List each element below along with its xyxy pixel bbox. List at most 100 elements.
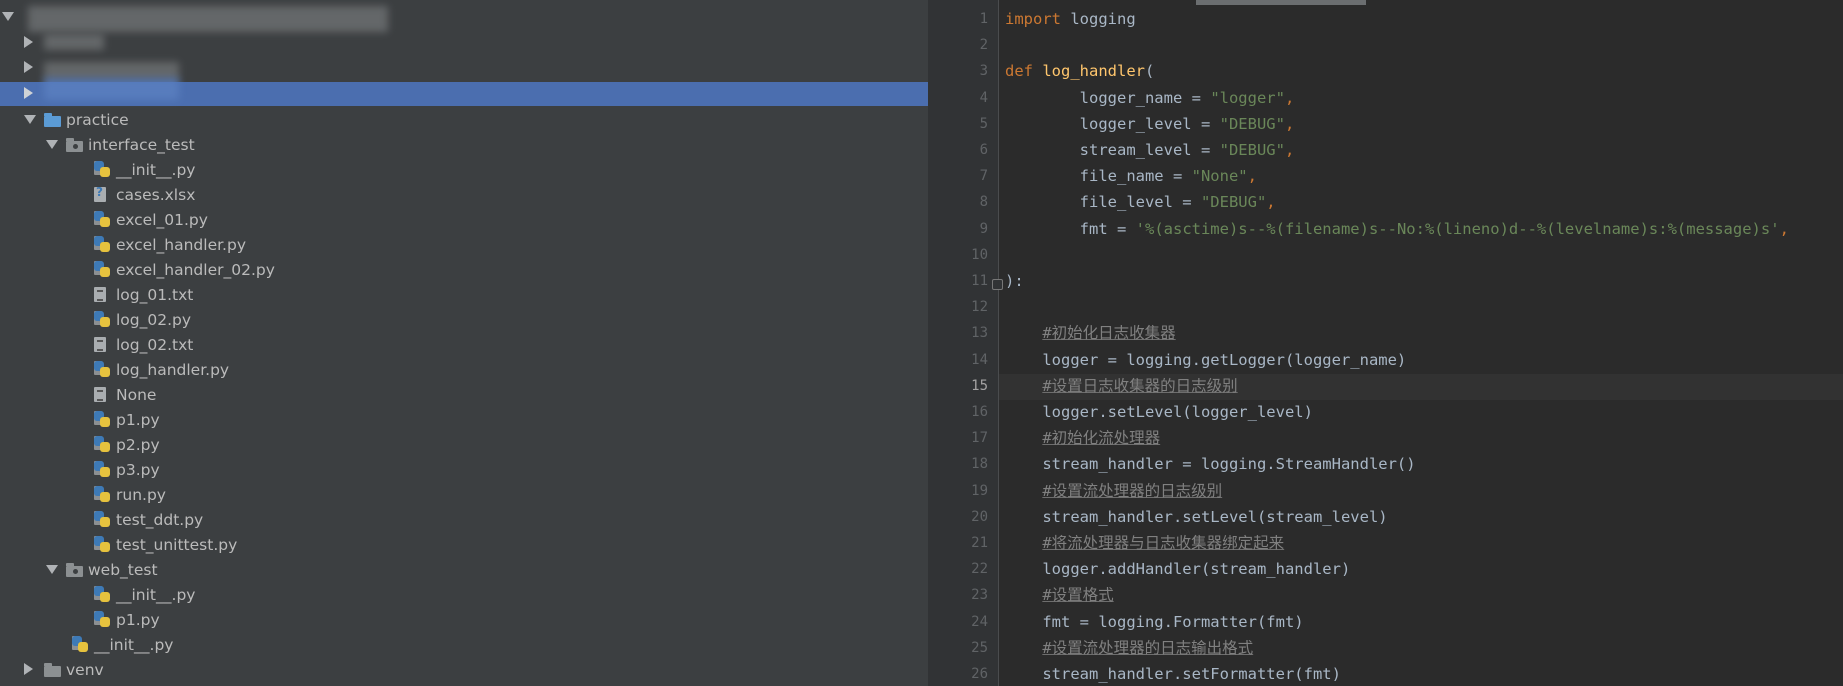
tree-item[interactable]: excel_01.py xyxy=(0,208,928,233)
code-line[interactable]: logger = logging.getLogger(logger_name) xyxy=(1005,347,1406,373)
code-line[interactable]: file_level = "DEBUG", xyxy=(1005,189,1276,215)
code-token: stream_handler.setFormatter(fmt) xyxy=(1005,665,1341,683)
code-line[interactable]: stream_level = "DEBUG", xyxy=(1005,137,1295,163)
python-file-icon xyxy=(94,511,111,527)
tree-item[interactable]: test_unittest.py xyxy=(0,533,928,558)
tree-item[interactable]: venv xyxy=(0,658,928,683)
expand-arrow-icon[interactable] xyxy=(24,87,33,99)
tree-item[interactable]: log_handler.py xyxy=(0,358,928,383)
code-token: "None" xyxy=(1191,167,1248,186)
tree-item[interactable]: __init__.py xyxy=(0,583,928,608)
code-line[interactable]: ): xyxy=(1005,268,1024,294)
line-number: 2 xyxy=(979,37,988,54)
expand-arrow-icon[interactable] xyxy=(24,61,33,73)
fold-marker-icon[interactable] xyxy=(992,279,1003,290)
collapse-arrow-icon[interactable] xyxy=(46,565,58,574)
line-number: 14 xyxy=(971,351,988,368)
code-line[interactable]: file_name = "None", xyxy=(1005,163,1257,189)
tree-item[interactable]: interface_test xyxy=(0,133,928,158)
line-number: 17 xyxy=(971,430,988,447)
collapse-arrow-icon[interactable] xyxy=(24,115,36,124)
root-collapse-arrow-icon[interactable] xyxy=(2,12,14,21)
code-line[interactable]: stream_handler.setLevel(stream_level) xyxy=(1005,504,1388,530)
tree-item[interactable]: practice xyxy=(0,108,928,133)
tree-item[interactable]: log_02.txt xyxy=(0,333,928,358)
code-token: stream_handler.setLevel(stream_level) xyxy=(1005,507,1388,526)
line-number: 20 xyxy=(971,508,988,525)
tree-item[interactable]: web_test xyxy=(0,558,928,583)
tree-item[interactable]: log_02.py xyxy=(0,308,928,333)
code-token: fmt = logging.Formatter(fmt) xyxy=(1005,612,1304,631)
tree-item[interactable]: p3.py xyxy=(0,458,928,483)
code-line[interactable]: fmt = logging.Formatter(fmt) xyxy=(1005,609,1304,635)
code-token: logger = logging.getLogger(logger_name) xyxy=(1005,350,1407,369)
project-tree-panel: practice interface_test __init__.py cases.x… xyxy=(0,0,928,686)
code-line[interactable]: #设置流处理器的日志级别 xyxy=(1005,478,1222,504)
tree-item[interactable]: p1.py xyxy=(0,408,928,433)
tree-item-label: p1.py xyxy=(116,411,160,429)
tree-item-label: __init__.py xyxy=(116,161,196,179)
tree-item-label: web_test xyxy=(88,561,158,579)
code-editor[interactable]: 1 import logging 2 3 def log_handler(4 logge… xyxy=(928,0,1843,686)
code-token: #设置格式 xyxy=(1042,586,1114,605)
code-line[interactable]: logger_level = "DEBUG", xyxy=(1005,111,1295,137)
code-token: , xyxy=(1284,141,1295,159)
code-token: stream_handler = logging.StreamHandler() xyxy=(1005,455,1416,474)
horizontal-scrollbar[interactable] xyxy=(1196,0,1366,5)
python-file-icon xyxy=(94,486,111,502)
line-number: 9 xyxy=(979,220,988,237)
code-line[interactable]: logger.setLevel(logger_level) xyxy=(1005,399,1313,425)
line-number: 18 xyxy=(971,456,988,473)
code-line[interactable]: #设置流处理器的日志输出格式 xyxy=(1005,635,1253,661)
line-number: 1 xyxy=(979,11,988,27)
code-line[interactable]: #将流处理器与日志收集器绑定起来 xyxy=(1005,530,1284,556)
code-line[interactable]: import logging xyxy=(1005,6,1136,32)
tree-item[interactable]: __init__.py xyxy=(0,158,928,183)
code-line[interactable]: #初始化流处理器 xyxy=(1005,425,1160,451)
line-number: 15 xyxy=(971,377,988,394)
code-line[interactable]: #设置日志收集器的日志级别 xyxy=(1005,373,1237,399)
code-token: logger.setLevel(logger_level) xyxy=(1005,403,1313,421)
code-line[interactable]: logger_name = "logger", xyxy=(1005,85,1295,111)
tree-item-label: None xyxy=(116,386,157,404)
tree-item[interactable]: None xyxy=(0,383,928,408)
tree-item-label: p1.py xyxy=(116,611,160,629)
code-line[interactable]: fmt = '%(asctime)s--%(filename)s--No:%(l… xyxy=(1005,216,1789,242)
code-token: "DEBUG" xyxy=(1219,114,1285,133)
code-token: , xyxy=(1779,219,1789,238)
code-line[interactable]: #设置格式 xyxy=(1005,582,1114,608)
tree-item[interactable]: __init__.py xyxy=(0,633,928,658)
code-line[interactable]: stream_handler = logging.StreamHandler() xyxy=(1005,451,1416,477)
expand-arrow-icon[interactable] xyxy=(24,36,33,48)
code-token: #设置流处理器的日志级别 xyxy=(1042,481,1223,500)
code-line[interactable]: def log_handler( xyxy=(1005,58,1154,84)
code-token: import xyxy=(1005,10,1061,28)
tree-item[interactable]: run.py xyxy=(0,483,928,508)
line-number: 12 xyxy=(971,299,988,316)
code-token: fmt = xyxy=(1005,219,1136,238)
tree-item[interactable]: cases.xlsx xyxy=(0,183,928,208)
tree-item[interactable]: p2.py xyxy=(0,433,928,458)
tree-item[interactable]: p1.py xyxy=(0,608,928,633)
code-token: #将流处理器与日志收集器绑定起来 xyxy=(1042,534,1285,552)
tree-item[interactable]: excel_handler_02.py xyxy=(0,258,928,283)
code-line[interactable]: logger.addHandler(stream_handler) xyxy=(1005,556,1350,582)
python-file-icon xyxy=(94,411,111,427)
code-line[interactable]: stream_handler.setFormatter(fmt) xyxy=(1005,661,1341,686)
code-token: #设置流处理器的日志输出格式 xyxy=(1042,638,1254,657)
line-number: 6 xyxy=(979,142,988,158)
code-line[interactable]: #初始化日志收集器 xyxy=(1005,320,1175,346)
tree-item-label: p2.py xyxy=(116,436,160,454)
collapse-arrow-icon[interactable] xyxy=(46,140,58,149)
tree-item[interactable]: excel_handler.py xyxy=(0,233,928,258)
tree-item-label: interface_test xyxy=(88,136,195,154)
tree-item-label: cases.xlsx xyxy=(116,186,196,204)
expand-arrow-icon[interactable] xyxy=(24,663,33,675)
grey-folder-icon xyxy=(44,663,61,677)
tree-item[interactable]: test_ddt.py xyxy=(0,508,928,533)
plain-file-icon xyxy=(94,387,106,402)
code-token: logger_level = xyxy=(1005,114,1220,133)
tree-item[interactable]: log_01.txt xyxy=(0,283,928,308)
